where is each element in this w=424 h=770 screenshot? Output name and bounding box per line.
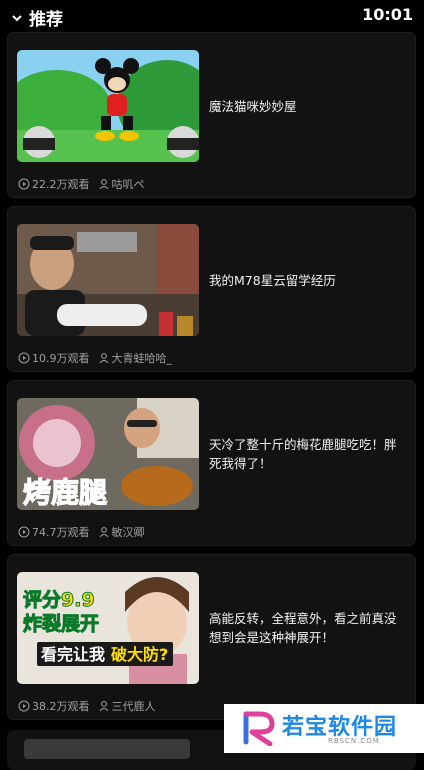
video-thumbnail[interactable]	[17, 224, 199, 336]
thumbnail-overlay-line-4: 破大防?	[111, 645, 168, 664]
video-meta: 74.7万观看 敏汉卿	[18, 524, 145, 540]
video-thumbnail[interactable]: 评分9.9 炸裂展开 看完让我 破大防?	[17, 572, 199, 684]
author-name[interactable]: 咕叽ペ	[112, 176, 145, 192]
video-thumbnail[interactable]: 烤鹿腿	[17, 398, 199, 510]
video-title[interactable]: 魔法猫咪妙妙屋	[209, 33, 407, 179]
video-card[interactable]: 评分9.9 炸裂展开 看完让我 破大防? 高能反转，全程意外，看之前真没想到会是…	[7, 554, 416, 720]
top-bar: 推荐 10:01	[0, 0, 424, 30]
video-meta: 22.2万观看 咕叽ペ	[18, 176, 145, 192]
author-name[interactable]: 三代鹿人	[112, 698, 156, 714]
play-icon	[18, 526, 30, 538]
video-meta: 10.9万观看 大青蛙哈哈_	[18, 350, 172, 366]
watermark: 若宝软件园 RBSCN.COM	[224, 704, 424, 753]
play-icon	[18, 700, 30, 712]
view-count: 10.9万观看	[32, 352, 90, 365]
page-title[interactable]: 推荐	[29, 5, 63, 30]
thumbnail-overlay-line-1: 评分9.9	[23, 589, 95, 611]
watermark-subtext: RBSCN.COM	[328, 737, 380, 745]
view-count: 74.7万观看	[32, 526, 90, 539]
play-icon	[18, 178, 30, 190]
play-icon	[18, 352, 30, 364]
chevron-down-icon[interactable]	[11, 8, 23, 27]
video-thumbnail[interactable]	[17, 50, 199, 162]
user-icon	[98, 352, 110, 364]
view-count: 22.2万观看	[32, 178, 90, 191]
video-thumbnail[interactable]	[24, 739, 190, 759]
user-icon	[98, 178, 110, 190]
thumbnail-overlay-line-2: 炸裂展开	[23, 612, 99, 635]
author-name[interactable]: 大青蛙哈哈_	[112, 350, 173, 366]
video-title[interactable]: 天冷了整十斤的梅花鹿腿吃吃！胖死我得了！	[209, 381, 407, 527]
video-meta: 38.2万观看 三代鹿人	[18, 698, 156, 714]
status-time: 10:01	[362, 5, 413, 24]
video-card[interactable]: 我的M78星云留学经历 10.9万观看 大青蛙哈哈_	[7, 206, 416, 372]
thumbnail-overlay-text: 烤鹿腿	[23, 476, 107, 509]
author-name[interactable]: 敏汉卿	[112, 524, 145, 540]
video-title[interactable]: 高能反转，全程意外，看之前真没想到会是这种神展开！	[209, 555, 407, 701]
video-title[interactable]: 我的M78星云留学经历	[209, 207, 407, 353]
thumbnail-overlay-line-3: 看完让我	[40, 645, 105, 664]
video-card[interactable]: 魔法猫咪妙妙屋 22.2万观看 咕叽ペ	[7, 32, 416, 198]
view-count: 38.2万观看	[32, 700, 90, 713]
video-card[interactable]: 烤鹿腿 天冷了整十斤的梅花鹿腿吃吃！胖死我得了！ 74.7万观看 敏汉卿	[7, 380, 416, 546]
user-icon	[98, 526, 110, 538]
user-icon	[98, 700, 110, 712]
watermark-logo-icon	[242, 710, 276, 750]
